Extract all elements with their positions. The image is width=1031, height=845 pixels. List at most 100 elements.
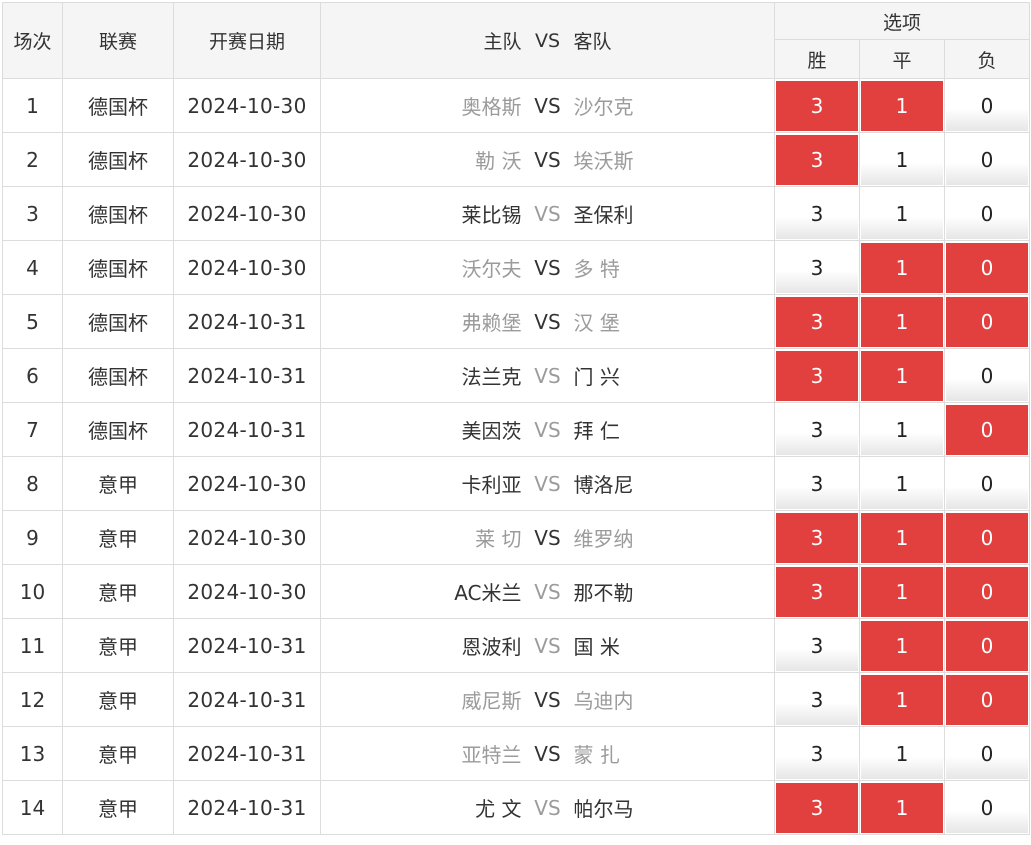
away-team: 汉 堡 xyxy=(573,311,620,335)
vs-label: VS xyxy=(534,309,561,334)
match-date: 2024-10-31 xyxy=(173,726,321,781)
option-win-button[interactable]: 3 xyxy=(776,728,858,779)
option-win-button[interactable]: 3 xyxy=(776,458,858,509)
option-loss-button[interactable]: 0 xyxy=(946,458,1029,509)
table-row: 4 德国杯 2024-10-30 沃尔夫 VS 多 特 3 1 0 xyxy=(2,240,1031,295)
option-loss-button[interactable]: 0 xyxy=(946,80,1029,131)
option-loss-cell: 0 xyxy=(943,456,1031,511)
home-team: 莱 切 xyxy=(475,527,522,551)
option-loss-button[interactable]: 0 xyxy=(946,134,1029,185)
option-draw-button[interactable]: 1 xyxy=(861,566,943,617)
option-win-button[interactable]: 3 xyxy=(776,296,858,347)
option-win-button[interactable]: 3 xyxy=(776,566,858,617)
option-loss-cell: 0 xyxy=(943,186,1031,241)
option-draw-button[interactable]: 1 xyxy=(861,728,943,779)
option-loss-button[interactable]: 0 xyxy=(946,566,1029,617)
match-index: 1 xyxy=(2,78,63,133)
match-teams: 莱 切 VS 维罗纳 xyxy=(320,510,775,565)
table-row: 12 意甲 2024-10-31 威尼斯 VS 乌迪内 3 1 0 xyxy=(2,672,1031,727)
away-team: 埃沃斯 xyxy=(573,149,634,173)
option-draw-button[interactable]: 1 xyxy=(861,134,943,185)
home-team: 亚特兰 xyxy=(461,743,522,767)
option-loss-button[interactable]: 0 xyxy=(946,674,1029,725)
away-team: 乌迪内 xyxy=(573,689,634,713)
match-index: 6 xyxy=(2,348,63,403)
option-draw-cell: 1 xyxy=(859,294,945,349)
option-draw-button[interactable]: 1 xyxy=(861,242,943,293)
option-win-button[interactable]: 3 xyxy=(776,782,858,833)
option-loss-button[interactable]: 0 xyxy=(946,620,1029,671)
option-loss-button[interactable]: 0 xyxy=(946,728,1029,779)
option-win-button[interactable]: 3 xyxy=(776,242,858,293)
table-row: 3 德国杯 2024-10-30 莱比锡 VS 圣保利 3 1 0 xyxy=(2,186,1031,241)
league-name: 德国杯 xyxy=(62,132,174,187)
option-loss-cell: 0 xyxy=(943,294,1031,349)
option-win-button[interactable]: 3 xyxy=(776,350,858,401)
option-win-cell: 3 xyxy=(774,348,860,403)
option-win-cell: 3 xyxy=(774,780,860,835)
away-team: 那不勒 xyxy=(573,581,634,605)
league-name: 德国杯 xyxy=(62,186,174,241)
header-vs: VS xyxy=(534,29,561,52)
option-draw-button[interactable]: 1 xyxy=(861,188,943,239)
match-date: 2024-10-30 xyxy=(173,240,321,295)
option-loss-cell: 0 xyxy=(943,240,1031,295)
match-index: 10 xyxy=(2,564,63,619)
vs-label: VS xyxy=(534,363,561,388)
option-draw-cell: 1 xyxy=(859,564,945,619)
option-draw-cell: 1 xyxy=(859,348,945,403)
table-row: 1 德国杯 2024-10-30 奥格斯 VS 沙尔克 3 1 0 xyxy=(2,78,1031,133)
option-loss-cell: 0 xyxy=(943,564,1031,619)
option-loss-cell: 0 xyxy=(943,510,1031,565)
table-body: 1 德国杯 2024-10-30 奥格斯 VS 沙尔克 3 1 0 2 德国杯 … xyxy=(2,78,1031,835)
option-win-cell: 3 xyxy=(774,402,860,457)
option-draw-button[interactable]: 1 xyxy=(861,350,943,401)
match-teams: 弗赖堡 VS 汉 堡 xyxy=(320,294,775,349)
option-draw-button[interactable]: 1 xyxy=(861,620,943,671)
league-name: 德国杯 xyxy=(62,294,174,349)
match-index: 14 xyxy=(2,780,63,835)
away-team: 国 米 xyxy=(573,635,620,659)
away-team: 拜 仁 xyxy=(573,419,620,443)
option-win-button[interactable]: 3 xyxy=(776,674,858,725)
option-win-button[interactable]: 3 xyxy=(776,620,858,671)
league-name: 意甲 xyxy=(62,780,174,835)
option-draw-button[interactable]: 1 xyxy=(861,404,943,455)
option-draw-button[interactable]: 1 xyxy=(861,674,943,725)
match-teams: AC米兰 VS 那不勒 xyxy=(320,564,775,619)
table-row: 13 意甲 2024-10-31 亚特兰 VS 蒙 扎 3 1 0 xyxy=(2,726,1031,781)
option-loss-cell: 0 xyxy=(943,780,1031,835)
match-date: 2024-10-31 xyxy=(173,672,321,727)
option-win-button[interactable]: 3 xyxy=(776,80,858,131)
option-win-button[interactable]: 3 xyxy=(776,134,858,185)
option-loss-button[interactable]: 0 xyxy=(946,350,1029,401)
match-teams: 沃尔夫 VS 多 特 xyxy=(320,240,775,295)
option-loss-button[interactable]: 0 xyxy=(946,188,1029,239)
option-loss-cell: 0 xyxy=(943,78,1031,133)
option-draw-button[interactable]: 1 xyxy=(861,458,943,509)
option-draw-button[interactable]: 1 xyxy=(861,512,943,563)
league-name: 德国杯 xyxy=(62,402,174,457)
option-loss-button[interactable]: 0 xyxy=(946,512,1029,563)
option-draw-button[interactable]: 1 xyxy=(861,782,943,833)
match-date: 2024-10-31 xyxy=(173,348,321,403)
option-loss-button[interactable]: 0 xyxy=(946,242,1029,293)
home-team: 尤 文 xyxy=(475,797,522,821)
option-win-button[interactable]: 3 xyxy=(776,404,858,455)
option-draw-button[interactable]: 1 xyxy=(861,80,943,131)
away-team: 多 特 xyxy=(573,257,620,281)
option-loss-button[interactable]: 0 xyxy=(946,782,1029,833)
home-team: 沃尔夫 xyxy=(461,257,522,281)
option-win-cell: 3 xyxy=(774,78,860,133)
home-team: 弗赖堡 xyxy=(461,311,522,335)
option-win-cell: 3 xyxy=(774,240,860,295)
option-loss-button[interactable]: 0 xyxy=(946,296,1029,347)
option-win-button[interactable]: 3 xyxy=(776,512,858,563)
league-name: 德国杯 xyxy=(62,78,174,133)
option-win-cell: 3 xyxy=(774,186,860,241)
table-row: 6 德国杯 2024-10-31 法兰克 VS 门 兴 3 1 0 xyxy=(2,348,1031,403)
option-win-button[interactable]: 3 xyxy=(776,188,858,239)
vs-label: VS xyxy=(534,93,561,118)
option-loss-button[interactable]: 0 xyxy=(946,404,1029,455)
option-draw-button[interactable]: 1 xyxy=(861,296,943,347)
